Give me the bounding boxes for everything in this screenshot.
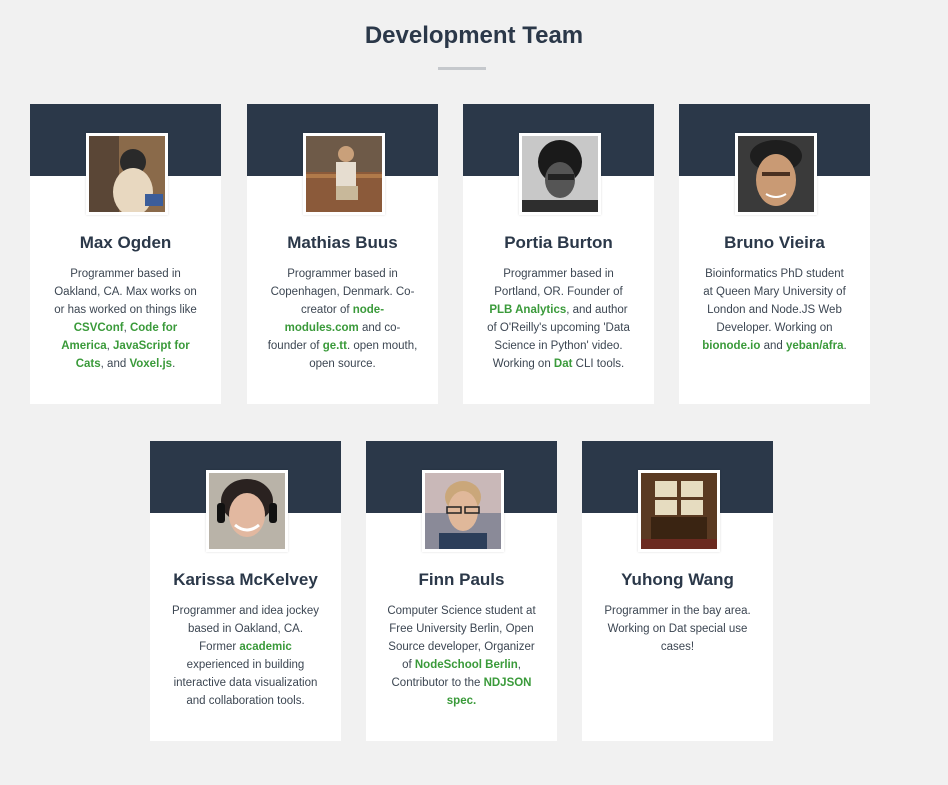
bio-link[interactable]: academic (239, 641, 291, 653)
avatar-portia-burton (519, 133, 601, 215)
team-card-yuhong-wang: Yuhong Wang Programmer in the bay area. … (582, 441, 773, 741)
bio-link[interactable]: CSVConf (74, 322, 124, 334)
bio-text: Programmer based in Portland, OR. Founde… (494, 268, 623, 298)
member-name: Max Ogden (79, 233, 172, 252)
member-bio: Programmer based in Copenhagen, Denmark.… (267, 265, 418, 373)
team-card-max-ogden: Max Ogden Programmer based in Oakland, C… (30, 104, 221, 404)
member-bio: Programmer and idea jockey based in Oakl… (170, 602, 321, 710)
team-card-bruno-vieira: Bruno Vieira Bioinformatics PhD student … (679, 104, 870, 404)
team-card-portia-burton: Portia Burton Programmer based in Portla… (463, 104, 654, 404)
member-name: Karissa McKelvey (173, 570, 318, 589)
member-name: Yuhong Wang (621, 570, 734, 589)
member-bio: Bioinformatics PhD student at Queen Mary… (699, 265, 850, 355)
title-divider (438, 67, 486, 70)
member-name: Mathias Buus (287, 233, 398, 252)
bio-link[interactable]: Voxel.js (129, 358, 172, 370)
bio-text: experienced in building interactive data… (173, 659, 318, 707)
bio-text: Programmer in the bay area. Working on D… (604, 605, 751, 653)
bio-text: , and (100, 358, 130, 370)
avatar-bruno-vieira (735, 133, 817, 215)
member-bio: Programmer based in Portland, OR. Founde… (483, 265, 634, 373)
team-card-mathias-buus: Mathias Buus Programmer based in Copenha… (247, 104, 438, 404)
bio-link[interactable]: Dat (554, 358, 573, 370)
avatar-max-ogden (86, 133, 168, 215)
member-name: Finn Pauls (418, 570, 505, 589)
bio-link[interactable]: bionode.io (702, 340, 760, 352)
bio-text: Programmer based in Copenhagen, Denmark.… (270, 268, 415, 316)
member-bio: Programmer based in Oakland, CA. Max wor… (50, 265, 201, 373)
bio-text: . (172, 358, 176, 370)
bio-text: and (760, 340, 786, 352)
team-card-karissa-mckelvey: Karissa McKelvey Programmer and idea joc… (150, 441, 341, 741)
member-name: Bruno Vieira (724, 233, 825, 252)
bio-link[interactable]: ge.tt (323, 340, 347, 352)
avatar-karissa-mckelvey (206, 470, 288, 552)
page-title: Development Team (364, 22, 584, 49)
member-name: Portia Burton (504, 233, 613, 252)
bio-text: Bioinformatics PhD student at Queen Mary… (703, 268, 846, 334)
bio-text: Programmer based in Oakland, CA. Max wor… (54, 268, 197, 316)
member-bio: Programmer in the bay area. Working on D… (602, 602, 753, 656)
member-bio: Computer Science student at Free Univers… (386, 602, 537, 710)
bio-link[interactable]: yeban/afra (786, 340, 844, 352)
bio-text: CLI tools. (572, 358, 625, 370)
avatar-mathias-buus (303, 133, 385, 215)
bio-link[interactable]: PLB Analytics (489, 304, 566, 316)
bio-link[interactable]: NodeSchool Berlin (415, 659, 518, 671)
avatar-yuhong-wang (638, 470, 720, 552)
avatar-finn-pauls (422, 470, 504, 552)
team-card-finn-pauls: Finn Pauls Computer Science student at F… (366, 441, 557, 741)
bio-text: . (843, 340, 847, 352)
